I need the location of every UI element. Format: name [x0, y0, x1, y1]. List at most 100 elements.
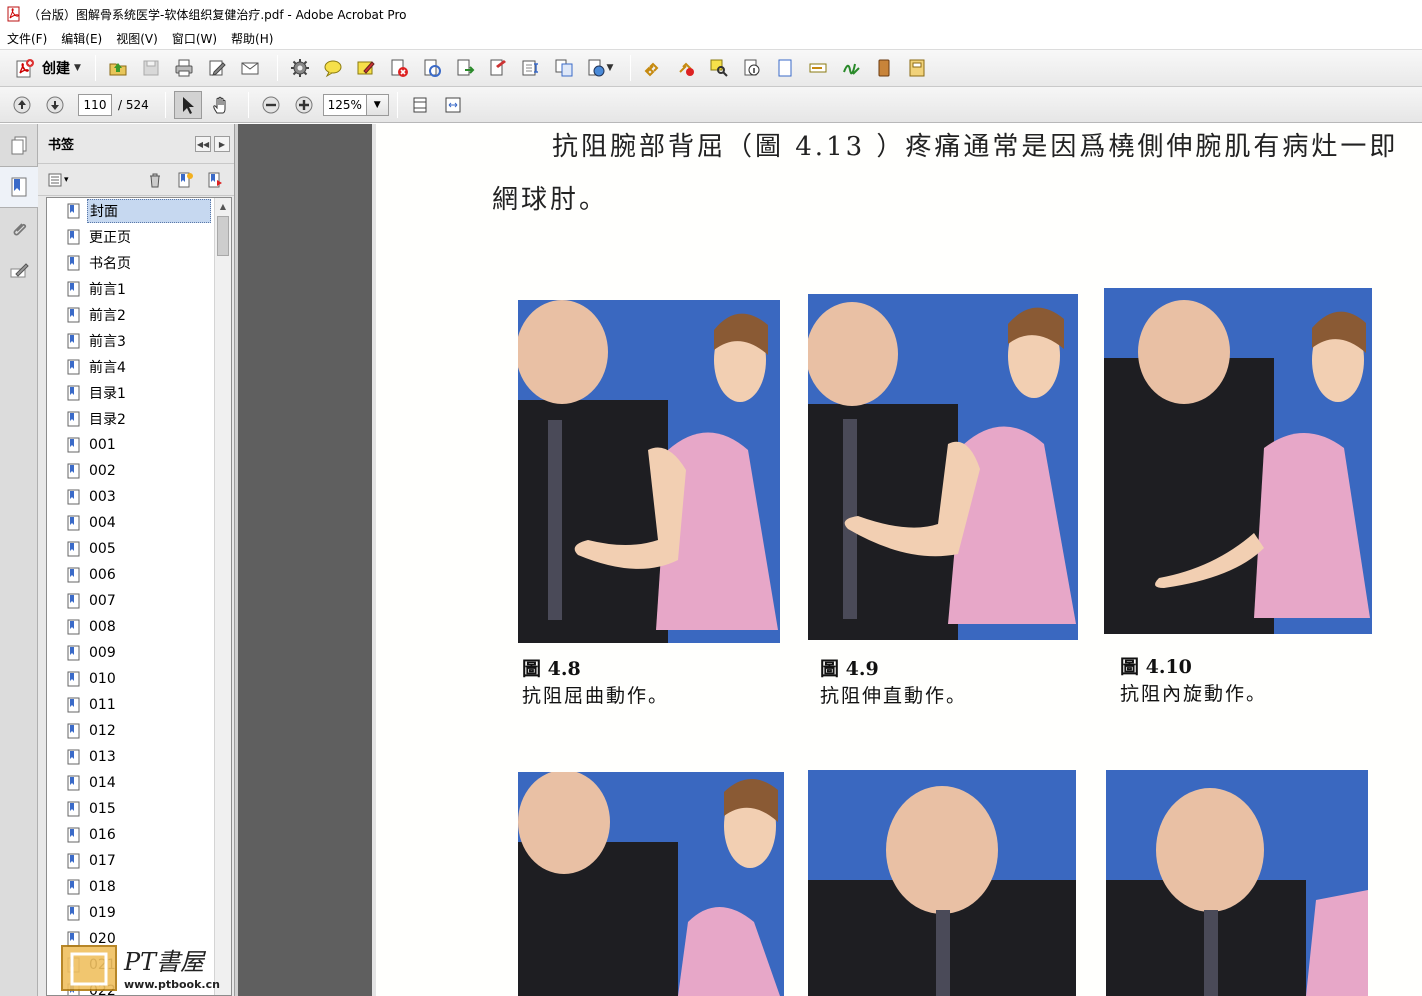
zoom-level-input[interactable]: 125%: [322, 93, 367, 116]
collapse-panel-button[interactable]: ◀◀: [195, 136, 211, 152]
bookmark-page-icon: [67, 229, 80, 245]
bookmark-options-button[interactable]: ▾: [48, 171, 74, 189]
bookmark-item[interactable]: 005: [47, 536, 215, 562]
bookmark-item[interactable]: 书名页: [47, 250, 215, 276]
bookmark-item[interactable]: 前言3: [47, 328, 215, 354]
hand-tool-button[interactable]: [207, 91, 235, 119]
toolbar-separator: [247, 91, 249, 118]
book-button[interactable]: [870, 54, 898, 82]
new-bookmark-button[interactable]: [174, 170, 196, 190]
menu-bar: 文件(F) 编辑(E) 视图(V) 窗口(W) 帮助(H): [0, 28, 1422, 50]
insert-page-button[interactable]: [484, 54, 512, 82]
zoom-out-button[interactable]: [257, 91, 285, 119]
figure-photo-4-8: [518, 300, 780, 643]
create-label: 创建: [42, 61, 70, 77]
link-button[interactable]: [639, 54, 667, 82]
remove-link-button[interactable]: [672, 54, 700, 82]
bookmark-item[interactable]: 017: [47, 848, 215, 874]
bookmark-label: 006: [89, 567, 116, 583]
email-button[interactable]: [236, 54, 264, 82]
page-number-input[interactable]: 110: [78, 93, 112, 116]
bookmark-item[interactable]: 014: [47, 770, 215, 796]
bookmark-label: 目录2: [89, 412, 126, 428]
menu-view[interactable]: 视图(V): [109, 29, 165, 49]
next-page-button[interactable]: [41, 91, 69, 119]
document-viewport[interactable]: 抗阻腕部背屈（圖 4.13 ）疼痛通常是因爲橈側伸腕肌有病灶一即 網球肘。 圖 …: [238, 124, 1422, 996]
create-from-web-button[interactable]: ▼: [583, 54, 617, 82]
bookmark-item[interactable]: 004: [47, 510, 215, 536]
bookmark-item[interactable]: 目录1: [47, 380, 215, 406]
bookmark-page-icon: [67, 333, 80, 349]
split-button[interactable]: [517, 54, 545, 82]
bookmark-item[interactable]: 前言4: [47, 354, 215, 380]
bookmark-item[interactable]: 更正页: [47, 224, 215, 250]
hand-icon: [213, 96, 226, 113]
printer-icon: [175, 59, 193, 77]
attachments-button[interactable]: [0, 208, 38, 250]
bookmark-item[interactable]: 前言1: [47, 276, 215, 302]
portfolio-button[interactable]: [903, 54, 931, 82]
form-button[interactable]: [804, 54, 832, 82]
menu-file[interactable]: 文件(F): [0, 29, 54, 49]
bookmark-item[interactable]: 目录2: [47, 406, 215, 432]
bookmark-item[interactable]: 011: [47, 692, 215, 718]
expand-panel-button[interactable]: ▶: [214, 136, 230, 152]
bookmark-item[interactable]: 003: [47, 484, 215, 510]
scroll-up-arrow[interactable]: ▲: [215, 198, 231, 215]
paperclip-icon: [13, 223, 27, 236]
bookmark-item[interactable]: 002: [47, 458, 215, 484]
search-button[interactable]: [705, 54, 733, 82]
expand-bookmark-button[interactable]: [204, 170, 226, 190]
bookmark-item[interactable]: 001: [47, 432, 215, 458]
zoom-in-button[interactable]: [290, 91, 318, 119]
menu-window[interactable]: 窗口(W): [165, 29, 224, 49]
fit-page-button[interactable]: [406, 91, 434, 119]
bookmark-item[interactable]: 010: [47, 666, 215, 692]
previous-page-button[interactable]: [8, 91, 36, 119]
zoom-dropdown[interactable]: ▼: [366, 93, 389, 116]
highlight-button[interactable]: [352, 54, 380, 82]
info-button[interactable]: [738, 54, 766, 82]
extract-page-button[interactable]: [451, 54, 479, 82]
page-thumbnails-button[interactable]: [0, 124, 38, 166]
bookmark-item[interactable]: 008: [47, 614, 215, 640]
comment-button[interactable]: [319, 54, 347, 82]
bookmark-item[interactable]: 封面: [47, 198, 215, 224]
bookmark-item[interactable]: 018: [47, 874, 215, 900]
bookmark-item[interactable]: 016: [47, 822, 215, 848]
rotate-page-button[interactable]: [418, 54, 446, 82]
bookmark-item[interactable]: 015: [47, 796, 215, 822]
bookmark-scrollbar[interactable]: ▲: [214, 198, 231, 995]
open-button[interactable]: [104, 54, 132, 82]
figure-photo-row2-2: [808, 770, 1076, 996]
settings-button[interactable]: [286, 54, 314, 82]
menu-help[interactable]: 帮助(H): [224, 29, 280, 49]
bookmark-label: 005: [89, 541, 116, 557]
bookmark-item[interactable]: 前言2: [47, 302, 215, 328]
edit-button[interactable]: [203, 54, 231, 82]
pdf-page: 抗阻腕部背屈（圖 4.13 ）疼痛通常是因爲橈側伸腕肌有病灶一即 網球肘。 圖 …: [372, 124, 1422, 996]
fit-width-button[interactable]: [439, 91, 467, 119]
delete-bookmark-button[interactable]: [144, 170, 166, 190]
select-tool-button[interactable]: [173, 90, 202, 119]
bookmark-item[interactable]: 009: [47, 640, 215, 666]
body-text-line-1: 抗阻腕部背屈（圖 4.13 ）疼痛通常是因爲橈側伸腕肌有病灶一即: [552, 132, 1399, 162]
bookmarks-button[interactable]: [0, 166, 38, 208]
title-bar: （台版）图解骨系统医学-软体组织复健治疗.pdf - Adobe Acrobat…: [0, 0, 1422, 28]
signatures-button[interactable]: [0, 250, 38, 292]
bookmark-item[interactable]: 007: [47, 588, 215, 614]
print-button[interactable]: [170, 54, 198, 82]
bookmark-item[interactable]: 006: [47, 562, 215, 588]
bookmark-page-icon: [67, 801, 80, 817]
scrollbar-thumb[interactable]: [217, 216, 229, 256]
bookmark-item[interactable]: 013: [47, 744, 215, 770]
signature-button[interactable]: [837, 54, 865, 82]
create-button[interactable]: 创建 ▼: [8, 54, 87, 82]
bookmark-item[interactable]: 019: [47, 900, 215, 926]
combine-button[interactable]: [550, 54, 578, 82]
bookmark-item[interactable]: 012: [47, 718, 215, 744]
menu-edit[interactable]: 编辑(E): [54, 29, 109, 49]
save-button[interactable]: [137, 54, 165, 82]
blank-page-button[interactable]: [771, 54, 799, 82]
delete-page-button[interactable]: [385, 54, 413, 82]
